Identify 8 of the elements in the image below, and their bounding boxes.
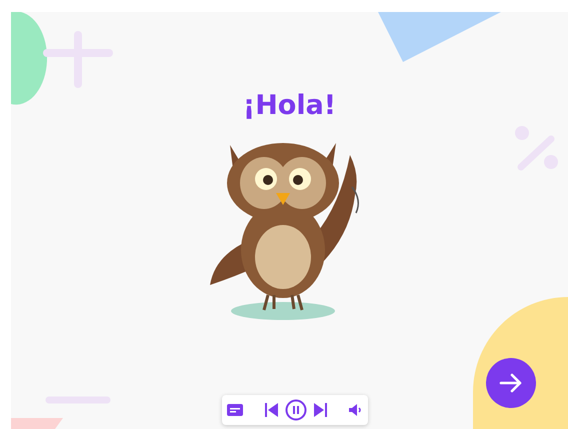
previous-icon[interactable] (265, 403, 279, 417)
volume-icon[interactable] (349, 404, 363, 416)
plus-shape (43, 31, 113, 88)
captions-icon[interactable] (227, 404, 243, 416)
corner-shape (11, 418, 63, 429)
next-icon[interactable] (313, 403, 327, 417)
greeting-title: ¡Hola! (242, 90, 336, 121)
pause-icon[interactable] (285, 399, 307, 421)
